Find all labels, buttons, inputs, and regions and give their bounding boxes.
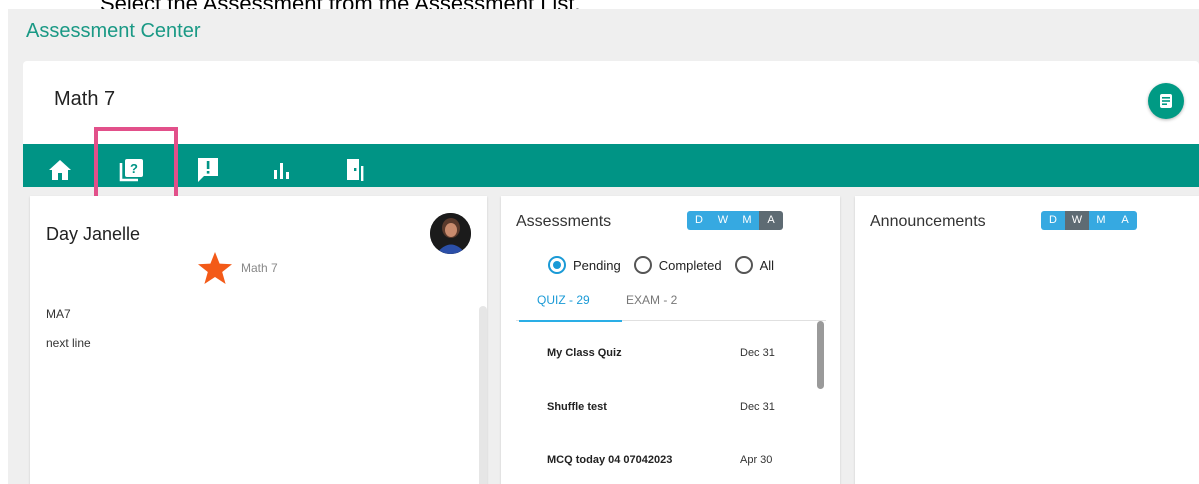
range-week-button[interactable]: W — [1065, 211, 1089, 230]
profile-panel: Day Janelle Math 7 MA7 next line — [30, 196, 487, 484]
assessment-date: Apr 30 — [740, 454, 773, 466]
course-title: Math 7 — [54, 88, 116, 110]
assessment-name: My Class Quiz — [547, 347, 622, 359]
app-title: Assessment Center — [26, 20, 201, 42]
tab-exam[interactable]: EXAM - 2 — [626, 292, 677, 321]
course-code: MA7 — [46, 307, 71, 321]
completed-radio[interactable] — [633, 256, 652, 274]
assessment-name: MCQ today 04 07042023 — [547, 454, 673, 466]
all-radio[interactable] — [734, 256, 753, 274]
announcements-panel: Announcements D W M A — [855, 196, 1199, 484]
assessments-panel: Assessments D W M A Pending Completed Al… — [501, 196, 840, 484]
tab-quiz[interactable]: QUIZ - 29 — [519, 292, 622, 322]
announcements-range-toggle: D W M A — [1041, 211, 1137, 230]
scrollbar[interactable] — [479, 306, 487, 484]
door-exit-icon — [347, 159, 364, 181]
range-all-button[interactable]: A — [759, 211, 783, 230]
nav-exit[interactable] — [342, 156, 368, 184]
range-day-button[interactable]: D — [687, 211, 711, 230]
nav-alerts[interactable] — [195, 156, 221, 184]
range-day-button[interactable]: D — [1041, 211, 1065, 230]
home-icon — [49, 160, 71, 180]
alert-message-icon — [198, 158, 218, 182]
announcements-title: Announcements — [870, 213, 986, 230]
assessments-title: Assessments — [516, 213, 612, 230]
user-photo — [430, 213, 471, 254]
pending-label: Pending — [573, 257, 621, 273]
completed-label: Completed — [658, 257, 722, 273]
starred-course-label: Math 7 — [241, 261, 278, 275]
course-nav-bar: ? — [23, 144, 1199, 187]
course-menu-button[interactable] — [1148, 83, 1184, 119]
assessment-type-tabs: QUIZ - 29 EXAM - 2 — [516, 292, 826, 322]
assessments-range-toggle: D W M A — [687, 211, 783, 230]
range-week-button[interactable]: W — [711, 211, 735, 230]
all-label: All — [759, 257, 775, 273]
screen: Select the Assessment from the Assessmen… — [0, 0, 1199, 484]
nav-home[interactable] — [47, 156, 73, 184]
assessment-date: Dec 31 — [740, 401, 775, 413]
scrollbar[interactable] — [817, 321, 824, 389]
profile-note: next line — [46, 336, 91, 350]
range-all-button[interactable]: A — [1113, 211, 1137, 230]
assessment-name: Shuffle test — [547, 401, 607, 413]
avatar[interactable] — [430, 213, 471, 254]
course-header-card: Math 7 — [23, 61, 1199, 153]
nav-reports[interactable] — [269, 156, 295, 184]
list-icon — [1160, 94, 1172, 108]
user-name: Day Janelle — [46, 224, 141, 244]
star-icon[interactable] — [197, 251, 233, 285]
range-month-button[interactable]: M — [1089, 211, 1113, 230]
status-filter: Pending Completed All — [548, 256, 787, 274]
assessment-date: Dec 31 — [740, 347, 775, 359]
range-month-button[interactable]: M — [735, 211, 759, 230]
bar-chart-icon — [274, 163, 289, 179]
pending-radio[interactable] — [548, 256, 566, 274]
